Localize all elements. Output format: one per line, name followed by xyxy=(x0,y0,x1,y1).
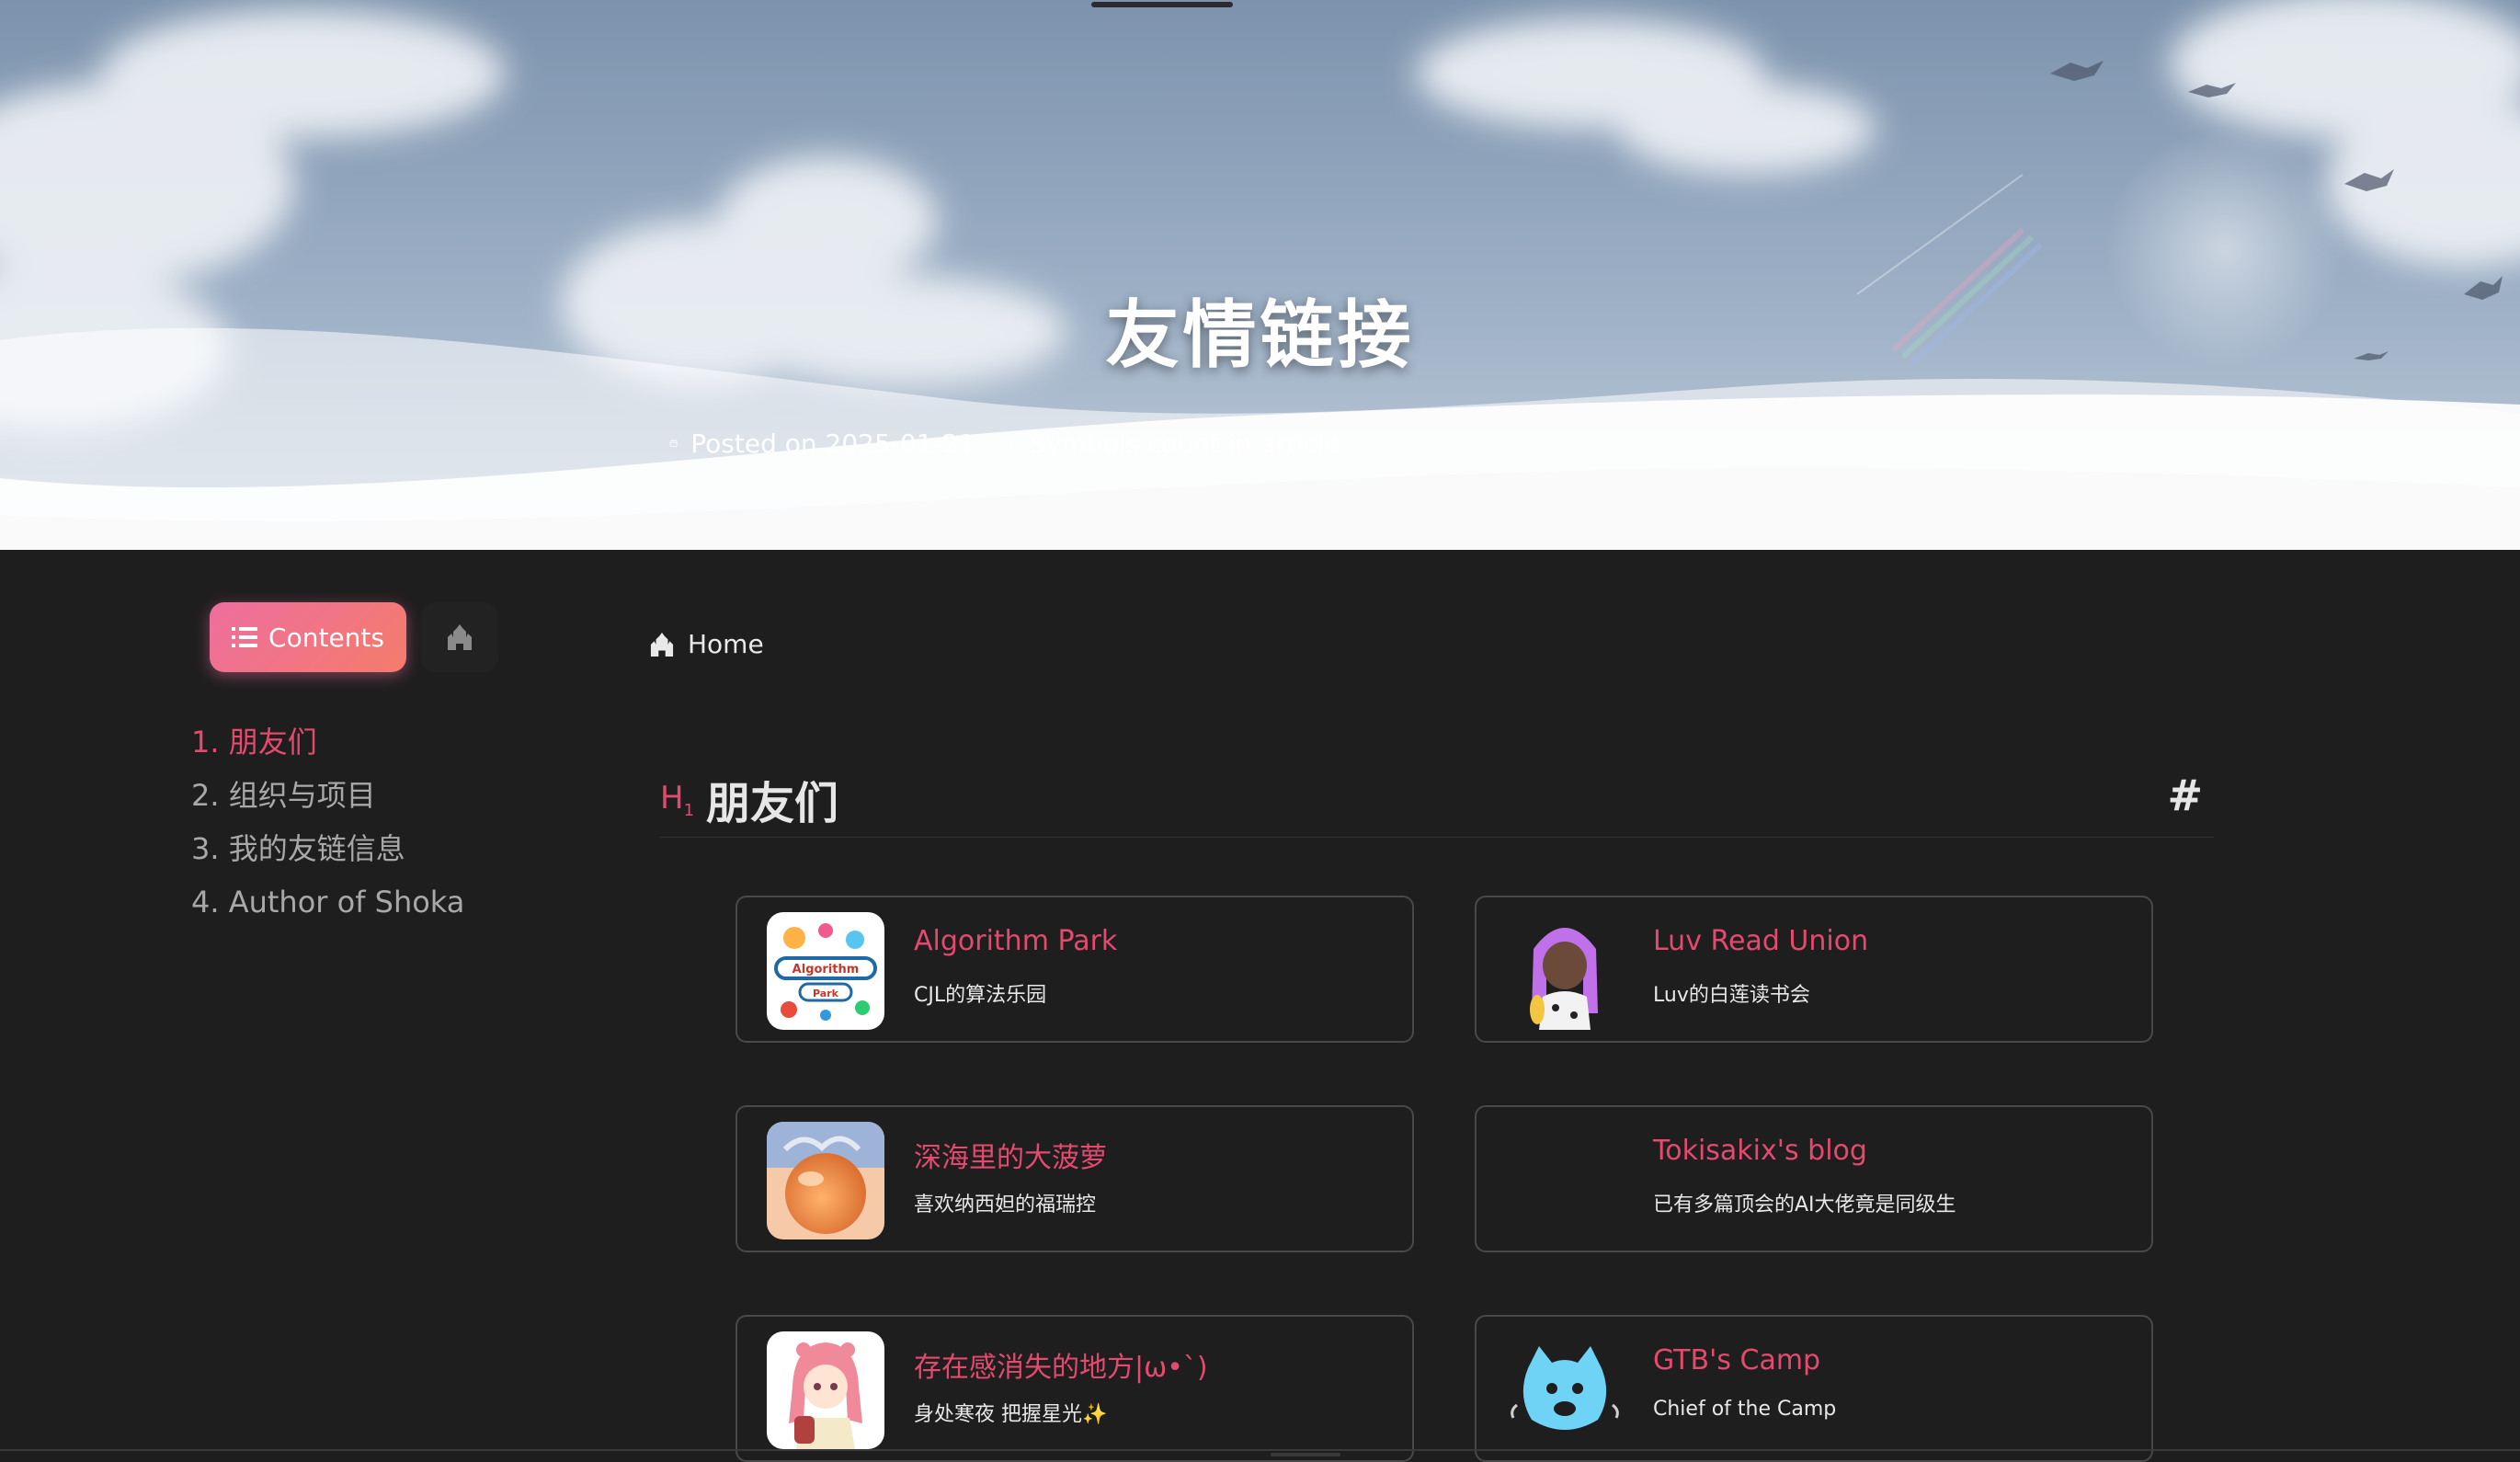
friend-link-card[interactable]: Luv Read Union Luv的白莲读书会 xyxy=(1475,896,2153,1043)
section-heading: H1 朋友们 # xyxy=(660,761,2214,838)
list-icon xyxy=(232,627,258,647)
page-title: 友情链接 xyxy=(1105,291,1415,378)
friend-description: 喜欢纳西妲的福瑞控 xyxy=(914,1194,1097,1216)
toc-item-author[interactable]: 4. Author of Shoka xyxy=(191,875,464,929)
anime-girl-purple-hair xyxy=(1506,912,1624,1030)
toc-item-orgs[interactable]: 2. 组织与项目 xyxy=(191,769,464,822)
toc-item-friends[interactable]: 1. 朋友们 xyxy=(191,715,464,769)
tab-contents-label: Contents xyxy=(268,622,384,653)
algorithm-park-logo: Algorithm Park xyxy=(767,912,884,1030)
sidebar: Contents 1. 朋友们 2. 组织与项目 3. 我的友链信息 4. Au… xyxy=(0,550,588,1459)
friend-avatar xyxy=(1506,1331,1624,1449)
posted-date: Posted on 2025-01-21 xyxy=(690,428,975,459)
friend-avatar xyxy=(767,1122,884,1239)
friend-description: 身处寒夜 把握星光✨ xyxy=(914,1403,1108,1426)
main-content: Home H1 朋友们 # Algorithm Park Algorithm P… xyxy=(598,550,2280,1462)
bottom-handle xyxy=(1271,1453,1340,1456)
friend-avatar xyxy=(767,1331,884,1449)
breadcrumb-home[interactable]: Home xyxy=(649,629,764,659)
orange-fruit-art xyxy=(767,1122,884,1239)
table-of-contents: 1. 朋友们 2. 组织与项目 3. 我的友链信息 4. Author of S… xyxy=(191,715,464,929)
friend-link-card[interactable]: 深海里的大菠萝 喜欢纳西妲的福瑞控 xyxy=(735,1105,1414,1252)
tab-contents[interactable]: Contents xyxy=(210,602,406,672)
sky-background-image xyxy=(0,0,2520,550)
castle-icon xyxy=(448,624,472,650)
calendar-icon xyxy=(669,440,678,447)
svg-text:Park: Park xyxy=(813,988,839,999)
blue-cat-mascot xyxy=(1506,1331,1624,1449)
castle-icon xyxy=(650,632,674,657)
friend-name: Algorithm Park xyxy=(914,925,1118,957)
friend-avatar xyxy=(1506,1122,1624,1239)
hero-banner: 友情链接 Posted on 2025-01-21 Symbols count … xyxy=(0,0,2520,550)
friend-description: 已有多篇顶会的AI大佬竟是同级生 xyxy=(1653,1194,1956,1216)
friend-name: Tokisakix's blog xyxy=(1653,1135,1867,1167)
heading-level-marker: H1 xyxy=(660,780,695,820)
friend-name: GTB's Camp xyxy=(1653,1344,1821,1376)
pen-icon xyxy=(1009,440,1016,447)
friend-description: Chief of the Camp xyxy=(1653,1398,1837,1421)
friend-name: 存在感消失的地方|ω•`) xyxy=(914,1352,1208,1384)
friend-description: CJL的算法乐园 xyxy=(914,984,1047,1007)
friend-link-card[interactable]: GTB's Camp Chief of the Camp xyxy=(1475,1315,2153,1462)
symbols-count: Symbols count in article xyxy=(1030,428,1340,459)
heading-anchor-link[interactable]: # xyxy=(2167,771,2203,820)
svg-text:Algorithm: Algorithm xyxy=(792,963,860,977)
sidebar-tabs: Contents xyxy=(210,602,498,672)
friend-avatar: Algorithm Park xyxy=(767,912,884,1030)
tab-overview[interactable] xyxy=(421,602,498,672)
friend-link-card[interactable]: Tokisakix's blog 已有多篇顶会的AI大佬竟是同级生 xyxy=(1475,1105,2153,1252)
friend-name: Luv Read Union xyxy=(1653,925,1869,957)
bottom-divider xyxy=(0,1449,2520,1451)
friend-link-card[interactable]: 存在感消失的地方|ω•`) 身处寒夜 把握星光✨ xyxy=(735,1315,1414,1462)
anime-girl-pink-hair xyxy=(767,1331,884,1449)
breadcrumb-label: Home xyxy=(688,629,764,659)
friend-link-card[interactable]: Algorithm Park Algorithm Park CJL的算法乐园 xyxy=(735,896,1414,1043)
section-title: 朋友们 xyxy=(706,778,839,829)
friend-description: Luv的白莲读书会 xyxy=(1653,984,1810,1007)
toc-item-my-link[interactable]: 3. 我的友链信息 xyxy=(191,822,464,875)
scroll-progress-bar xyxy=(1091,2,1233,7)
post-meta: Posted on 2025-01-21 Symbols count in ar… xyxy=(669,425,1340,462)
friend-name: 深海里的大菠萝 xyxy=(914,1142,1107,1174)
friend-avatar xyxy=(1506,912,1624,1030)
